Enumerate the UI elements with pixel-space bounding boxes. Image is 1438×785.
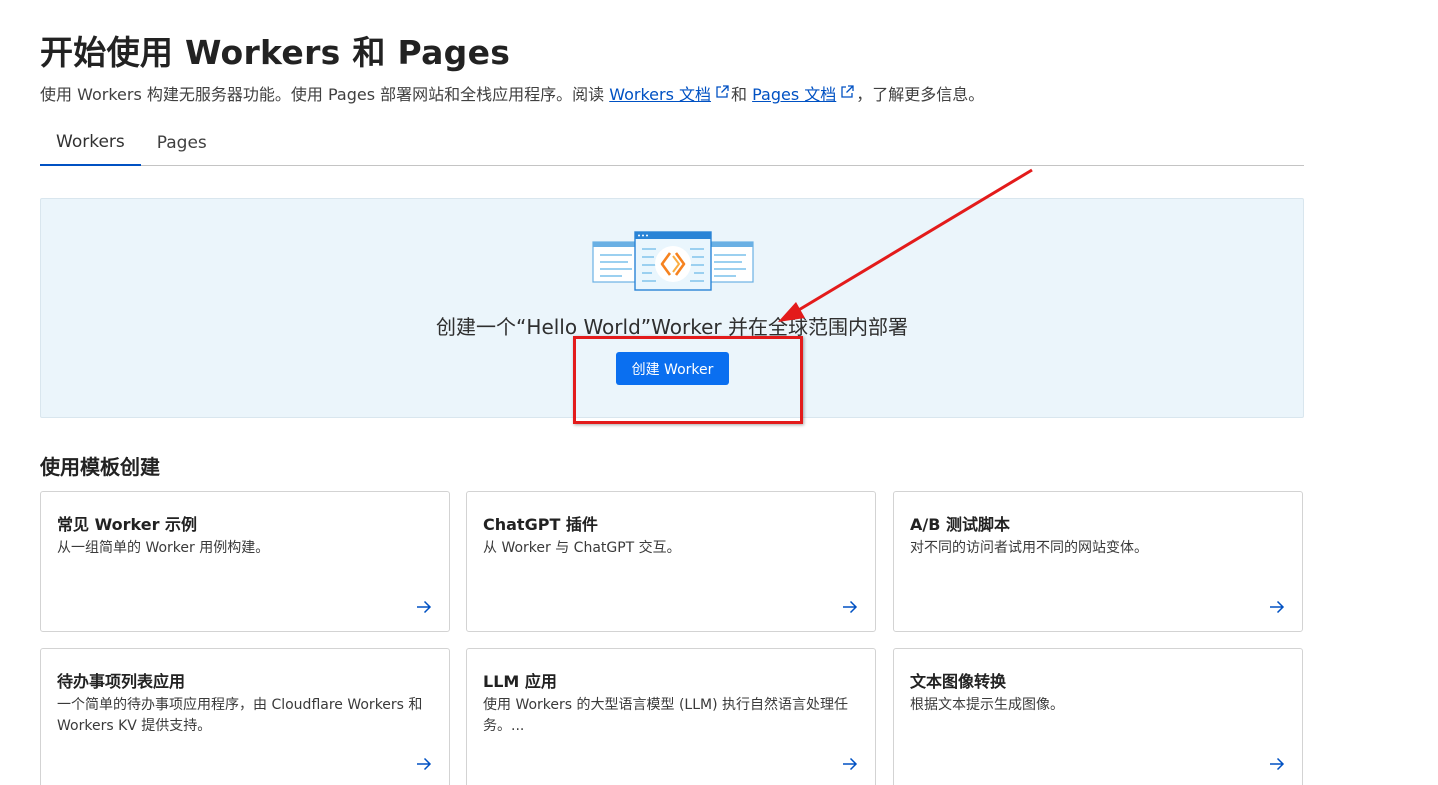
tab-bar: Workers Pages	[40, 120, 1304, 166]
template-card-text-to-image[interactable]: 文本图像转换 根据文本提示生成图像。	[893, 648, 1303, 785]
card-title: LLM 应用	[483, 672, 557, 691]
template-card-ab-test[interactable]: A/B 测试脚本 对不同的访问者试用不同的网站变体。	[893, 491, 1303, 632]
intro-prefix: 使用 Workers 构建无服务器功能。使用 Pages 部署网站和全栈应用程序…	[40, 85, 610, 104]
template-card-llm-app[interactable]: LLM 应用 使用 Workers 的大型语言模型 (LLM) 执行自然语言处理…	[466, 648, 876, 785]
template-card-todo-app[interactable]: 待办事项列表应用 一个简单的待办事项应用程序，由 Cloudflare Work…	[40, 648, 450, 785]
card-title: A/B 测试脚本	[910, 515, 1010, 534]
card-title: ChatGPT 插件	[483, 515, 598, 534]
tab-pages[interactable]: Pages	[141, 120, 223, 166]
arrow-right-icon	[417, 757, 432, 771]
card-description: 从一组简单的 Worker 用例构建。	[57, 540, 270, 556]
pages-docs-link[interactable]: Pages 文档	[752, 85, 836, 104]
card-description: 使用 Workers 的大型语言模型 (LLM) 执行自然语言处理任务。...	[483, 697, 849, 734]
annotation-highlight-box	[573, 336, 803, 424]
arrow-right-icon	[1270, 600, 1285, 614]
arrow-right-icon	[843, 757, 858, 771]
intro-suffix: ，了解更多信息。	[856, 85, 985, 104]
template-card-chatgpt-plugin[interactable]: ChatGPT 插件 从 Worker 与 ChatGPT 交互。	[466, 491, 876, 632]
tab-workers[interactable]: Workers	[40, 120, 141, 166]
workers-illustration	[592, 231, 754, 291]
card-description: 对不同的访问者试用不同的网站变体。	[910, 540, 1148, 556]
card-description: 根据文本提示生成图像。	[910, 697, 1064, 713]
arrow-right-icon	[843, 600, 858, 614]
templates-section-title: 使用模板创建	[40, 455, 160, 479]
arrow-right-icon	[417, 600, 432, 614]
card-title: 待办事项列表应用	[57, 672, 186, 691]
card-description: 一个简单的待办事项应用程序，由 Cloudflare Workers 和 Wor…	[57, 697, 423, 734]
card-title: 常见 Worker 示例	[57, 515, 198, 534]
page-title: 开始使用 Workers 和 Pages	[40, 33, 511, 72]
intro-text: 使用 Workers 构建无服务器功能。使用 Pages 部署网站和全栈应用程序…	[40, 81, 984, 105]
workers-docs-link[interactable]: Workers 文档	[609, 85, 711, 104]
intro-middle: 和	[731, 85, 753, 104]
external-link-icon	[841, 85, 854, 98]
template-card-common-examples[interactable]: 常见 Worker 示例 从一组简单的 Worker 用例构建。	[40, 491, 450, 632]
external-link-icon	[716, 85, 729, 98]
card-description: 从 Worker 与 ChatGPT 交互。	[483, 540, 681, 556]
arrow-right-icon	[1270, 757, 1285, 771]
card-title: 文本图像转换	[910, 672, 1007, 691]
